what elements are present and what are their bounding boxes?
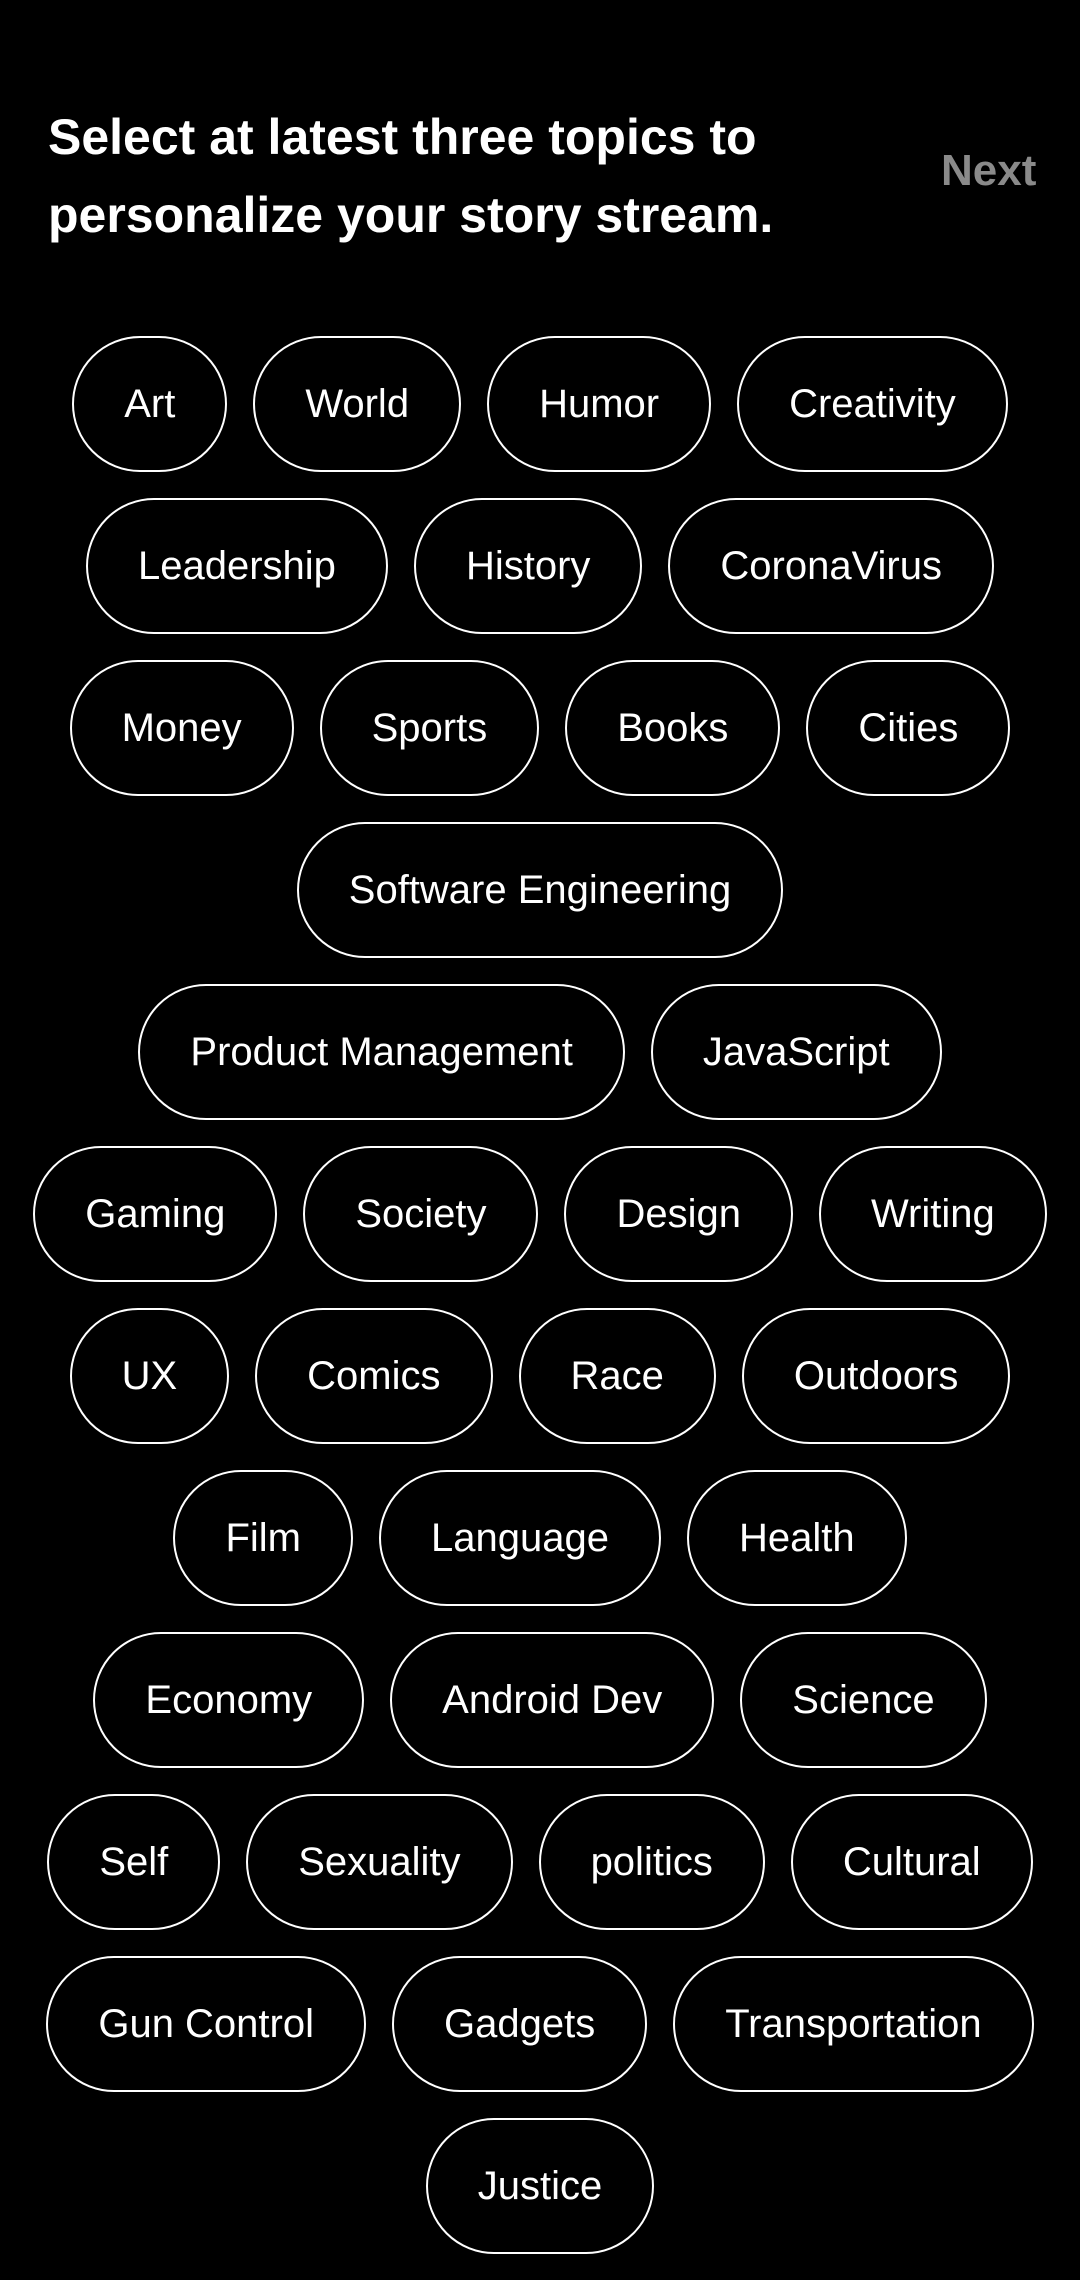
topic-chip-film[interactable]: Film bbox=[173, 1470, 353, 1606]
topic-chip-race[interactable]: Race bbox=[518, 1308, 716, 1444]
topic-chip-outdoors[interactable]: Outdoors bbox=[741, 1308, 1011, 1444]
topic-chip-humor[interactable]: Humor bbox=[487, 336, 712, 472]
topic-chip-product-management[interactable]: Product Management bbox=[138, 984, 625, 1120]
topic-chip-transportation[interactable]: Transportation bbox=[673, 1956, 1034, 2092]
topic-row: Gaming Society Design Writing bbox=[0, 1146, 1080, 1282]
topic-chip-health[interactable]: Health bbox=[686, 1470, 907, 1606]
topic-row: Leadership History CoronaVirus bbox=[0, 498, 1080, 634]
topic-row: Justice bbox=[0, 2118, 1080, 2254]
topic-chip-politics[interactable]: politics bbox=[538, 1794, 765, 1930]
next-button[interactable]: Next bbox=[941, 146, 1036, 196]
topic-chip-software-engineering[interactable]: Software Engineering bbox=[296, 822, 784, 958]
page-title: Select at latest three topics to persona… bbox=[48, 109, 774, 243]
topic-chip-sports[interactable]: Sports bbox=[319, 660, 540, 796]
topic-row: Economy Android Dev Science bbox=[0, 1632, 1080, 1768]
topic-chip-creativity[interactable]: Creativity bbox=[737, 336, 1008, 472]
topic-chip-list: Art World Humor Creativity Leadership History… bbox=[0, 336, 1080, 2280]
topic-chip-self[interactable]: Self bbox=[47, 1794, 221, 1930]
topic-chip-gun-control[interactable]: Gun Control bbox=[46, 1956, 366, 2092]
topic-chip-gaming[interactable]: Gaming bbox=[33, 1146, 278, 1282]
topic-chip-economy[interactable]: Economy bbox=[93, 1632, 365, 1768]
topic-chip-javascript[interactable]: JavaScript bbox=[650, 984, 942, 1120]
topic-chip-language[interactable]: Language bbox=[378, 1470, 661, 1606]
topic-chip-coronavirus[interactable]: CoronaVirus bbox=[668, 498, 994, 634]
topic-row: UX Comics Race Outdoors bbox=[0, 1308, 1080, 1444]
topic-row: Self Sexuality politics Cultural bbox=[0, 1794, 1080, 1930]
topic-chip-gadgets[interactable]: Gadgets bbox=[392, 1956, 648, 2092]
topic-chip-cultural[interactable]: Cultural bbox=[790, 1794, 1033, 1930]
topic-chip-cities[interactable]: Cities bbox=[806, 660, 1011, 796]
topic-row: Money Sports Books Cities bbox=[0, 660, 1080, 796]
topic-chip-comics[interactable]: Comics bbox=[255, 1308, 493, 1444]
topic-chip-leadership[interactable]: Leadership bbox=[86, 498, 388, 634]
topic-chip-history[interactable]: History bbox=[413, 498, 643, 634]
topic-chip-money[interactable]: Money bbox=[69, 660, 294, 796]
topic-row: Product Management JavaScript bbox=[0, 984, 1080, 1120]
topic-chip-sexuality[interactable]: Sexuality bbox=[246, 1794, 513, 1930]
topic-row: Software Engineering bbox=[0, 822, 1080, 958]
topic-chip-writing[interactable]: Writing bbox=[819, 1146, 1047, 1282]
topic-chip-design[interactable]: Design bbox=[564, 1146, 793, 1282]
topic-chip-justice[interactable]: Justice bbox=[425, 2118, 655, 2254]
topic-row: Film Language Health bbox=[0, 1470, 1080, 1606]
topic-row: Art World Humor Creativity bbox=[0, 336, 1080, 472]
topic-chip-world[interactable]: World bbox=[253, 336, 462, 472]
topic-chip-art[interactable]: Art bbox=[72, 336, 228, 472]
topic-chip-ux[interactable]: UX bbox=[69, 1308, 230, 1444]
topic-chip-science[interactable]: Science bbox=[740, 1632, 987, 1768]
topic-chip-society[interactable]: Society bbox=[303, 1146, 539, 1282]
header: Select at latest three topics to persona… bbox=[48, 98, 948, 254]
topic-chip-books[interactable]: Books bbox=[565, 660, 781, 796]
topic-chip-android-dev[interactable]: Android Dev bbox=[390, 1632, 715, 1768]
topic-row: Gun Control Gadgets Transportation bbox=[0, 1956, 1080, 2092]
